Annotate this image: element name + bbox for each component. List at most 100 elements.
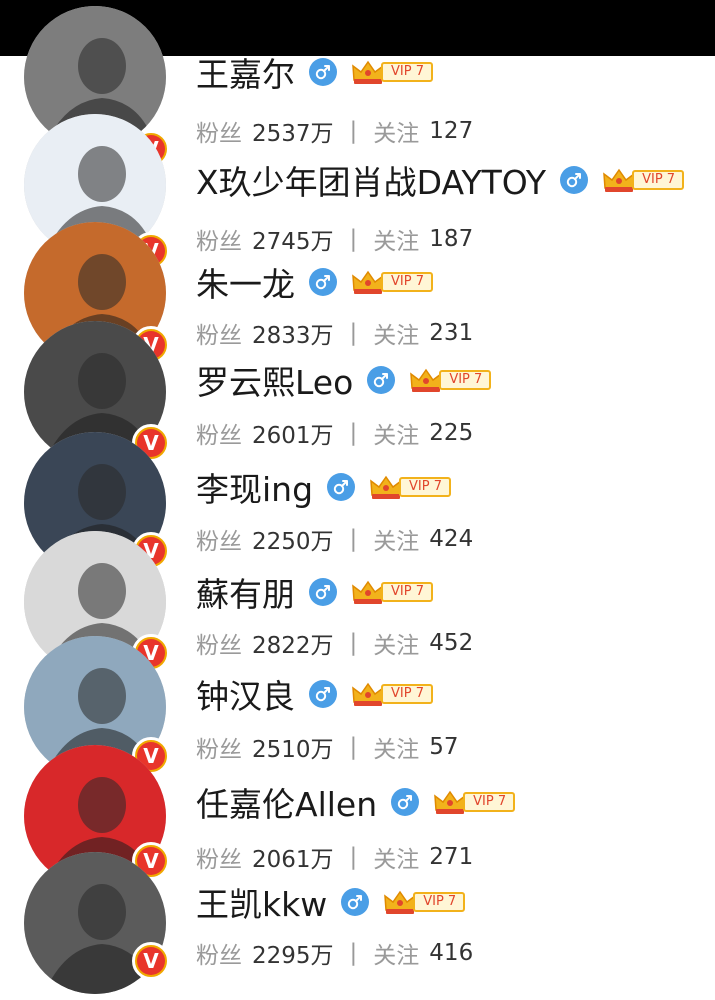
fans-count[interactable]: 2745万: [252, 222, 334, 256]
stats-divider: |: [349, 320, 358, 346]
crown-icon: [603, 168, 635, 192]
follow-label: 关注: [373, 529, 420, 555]
fans-count[interactable]: 2601万: [252, 416, 334, 450]
crown-icon: [352, 682, 384, 706]
male-gender-icon: [391, 788, 420, 816]
stats-line: 粉丝 2833万 | 关注 231: [196, 316, 473, 350]
name-line: 李现ing VIP 7: [196, 463, 452, 511]
stats-line: 粉丝 2745万 | 关注 187: [196, 222, 473, 256]
vip-badge[interactable]: VIP 7: [351, 268, 433, 296]
stats-line: 粉丝 2295万 | 关注 416: [196, 936, 473, 970]
vip-level-label: VIP 7: [439, 370, 492, 390]
crown-icon: [352, 580, 384, 604]
vip-badge[interactable]: VIP 7: [351, 680, 433, 708]
user-name[interactable]: 李现ing: [196, 463, 313, 511]
fans-label: 粉丝: [196, 121, 242, 147]
fans-label: 粉丝: [196, 323, 242, 349]
user-name[interactable]: 王凯kkw: [196, 878, 327, 926]
follow-count[interactable]: 416: [429, 940, 473, 966]
vip-badge[interactable]: VIP 7: [383, 888, 466, 916]
user-name[interactable]: 朱一龙: [196, 258, 295, 306]
male-gender-icon: [341, 888, 370, 916]
vip-level-label: VIP 7: [381, 582, 433, 602]
fans-count[interactable]: 2822万: [252, 626, 334, 660]
male-gender-icon: [367, 366, 396, 394]
crown-icon: [352, 270, 384, 294]
vip-level-label: VIP 7: [381, 62, 433, 82]
stats-line: 粉丝 2250万 | 关注 424: [196, 522, 473, 556]
follow-label: 关注: [373, 943, 420, 969]
vip-level-label: VIP 7: [381, 272, 433, 292]
stats-line: 粉丝 2061万 | 关注 271: [196, 840, 473, 874]
stats-divider: |: [349, 940, 358, 966]
follow-count[interactable]: 225: [429, 420, 473, 446]
fans-label: 粉丝: [196, 943, 242, 969]
fans-label: 粉丝: [196, 529, 242, 555]
verified-badge-icon: V: [132, 942, 170, 980]
vip-level-label: VIP 7: [399, 477, 452, 497]
male-gender-icon: [309, 58, 337, 86]
male-gender-icon: [327, 473, 356, 501]
fans-label: 粉丝: [196, 737, 242, 763]
name-line: 任嘉伦Allen VIP 7: [196, 778, 516, 826]
follow-count[interactable]: 271: [429, 844, 473, 870]
vip-badge[interactable]: VIP 7: [369, 473, 452, 501]
user-name[interactable]: 王嘉尔: [196, 48, 295, 96]
name-line: 罗云熙Leo VIP 7: [196, 356, 492, 404]
user-name[interactable]: 蘇有朋: [196, 568, 295, 616]
vip-badge[interactable]: VIP 7: [351, 578, 433, 606]
fans-label: 粉丝: [196, 847, 242, 873]
follow-label: 关注: [373, 423, 420, 449]
follow-count[interactable]: 127: [429, 118, 473, 144]
vip-badge[interactable]: VIP 7: [433, 788, 516, 816]
male-gender-icon: [309, 680, 337, 708]
stats-line: 粉丝 2822万 | 关注 452: [196, 626, 473, 660]
stats-divider: |: [349, 844, 358, 870]
user-name[interactable]: 罗云熙Leo: [196, 356, 353, 404]
vip-level-label: VIP 7: [632, 170, 685, 190]
follow-label: 关注: [373, 847, 420, 873]
follow-label: 关注: [373, 737, 420, 763]
follow-count[interactable]: 187: [429, 226, 473, 252]
follow-count[interactable]: 424: [429, 526, 473, 552]
male-gender-icon: [309, 578, 337, 606]
fans-count[interactable]: 2061万: [252, 840, 334, 874]
stats-divider: |: [349, 526, 358, 552]
follow-count[interactable]: 452: [429, 630, 473, 656]
stats-divider: |: [349, 118, 358, 144]
follow-count[interactable]: 231: [429, 320, 473, 346]
fans-count[interactable]: 2250万: [252, 522, 334, 556]
stats-divider: |: [349, 420, 358, 446]
crown-icon: [384, 890, 417, 914]
stats-divider: |: [349, 630, 358, 656]
fans-count[interactable]: 2537万: [252, 114, 334, 148]
user-list: V 王嘉尔 VIP 7 粉丝 2537万 | 关注 127: [0, 0, 715, 1000]
vip-level-label: VIP 7: [413, 892, 466, 912]
stats-line: 粉丝 2537万 | 关注 127: [196, 114, 473, 148]
name-line: 钟汉良 VIP 7: [196, 670, 433, 718]
crown-icon: [370, 475, 402, 499]
user-name[interactable]: X玖少年团肖战DAYTOY: [196, 156, 546, 204]
vip-badge[interactable]: VIP 7: [602, 166, 685, 194]
follow-label: 关注: [373, 229, 420, 255]
vip-badge[interactable]: VIP 7: [409, 366, 492, 394]
fans-count[interactable]: 2510万: [252, 730, 334, 764]
follow-label: 关注: [373, 323, 420, 349]
male-gender-icon: [560, 166, 589, 194]
stats-line: 粉丝 2601万 | 关注 225: [196, 416, 473, 450]
stats-line: 粉丝 2510万 | 关注 57: [196, 730, 459, 764]
name-line: 朱一龙 VIP 7: [196, 258, 433, 306]
user-name[interactable]: 钟汉良: [196, 670, 295, 718]
user-name[interactable]: 任嘉伦Allen: [196, 778, 377, 826]
crown-icon: [410, 368, 443, 392]
fans-count[interactable]: 2295万: [252, 936, 334, 970]
fans-count[interactable]: 2833万: [252, 316, 334, 350]
fans-label: 粉丝: [196, 633, 242, 659]
follow-count[interactable]: 57: [429, 734, 458, 760]
vip-badge[interactable]: VIP 7: [351, 58, 433, 86]
vip-level-label: VIP 7: [381, 684, 433, 704]
crown-icon: [434, 790, 467, 814]
stats-divider: |: [349, 734, 358, 760]
vip-level-label: VIP 7: [463, 792, 516, 812]
name-line: 王嘉尔 VIP 7: [196, 48, 433, 96]
